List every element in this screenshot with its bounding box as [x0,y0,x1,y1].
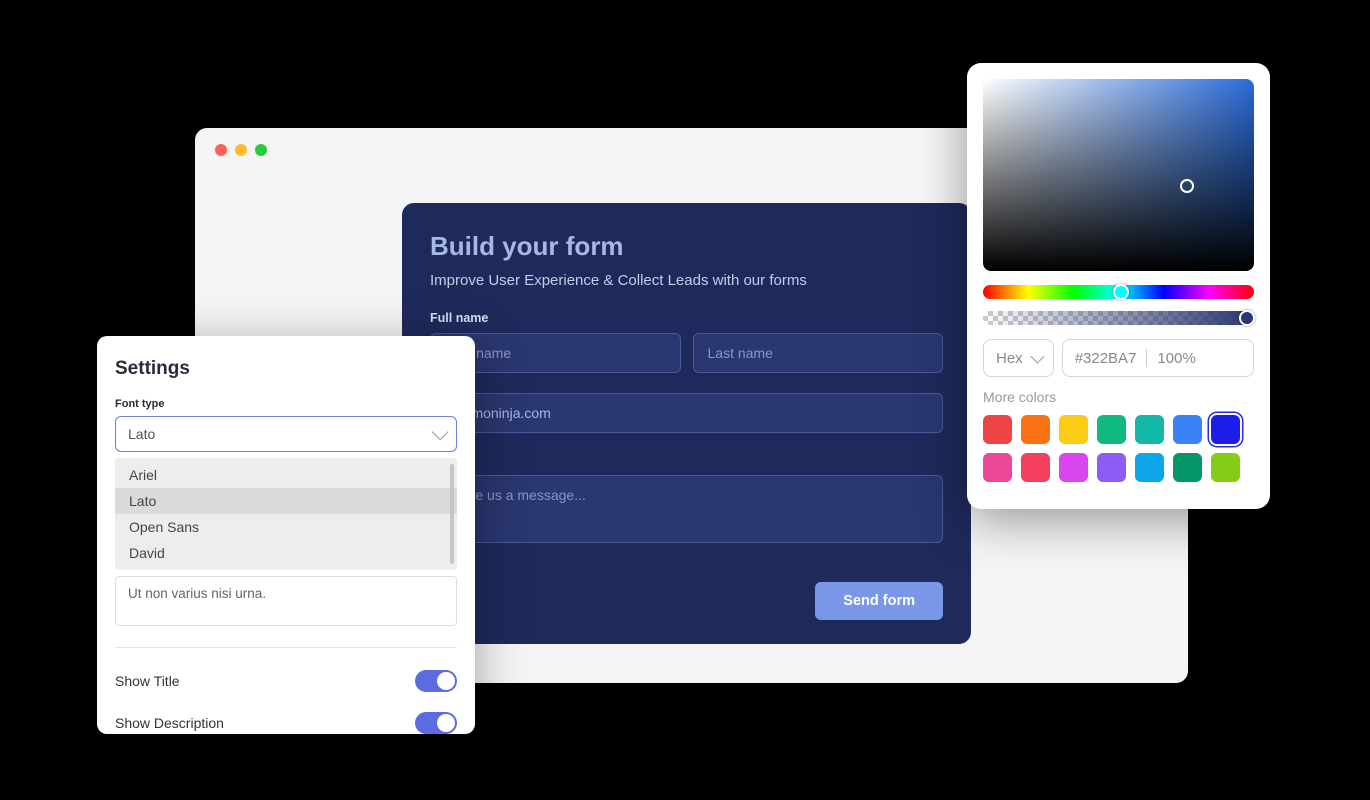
color-swatch[interactable] [983,453,1012,482]
dropdown-scrollbar[interactable] [450,464,454,564]
font-option[interactable]: David [115,540,457,566]
hue-slider[interactable] [983,285,1254,299]
show-description-row: Show Description [115,702,457,744]
sv-cursor[interactable] [1180,179,1194,193]
font-type-label: Font type [115,398,457,410]
color-swatch[interactable] [983,415,1012,444]
color-swatch[interactable] [1135,415,1164,444]
maximize-window-button[interactable] [255,144,267,156]
hue-cursor[interactable] [1113,284,1129,300]
show-description-label: Show Description [115,715,224,731]
font-dropdown: Ariel Lato Open Sans David [115,458,457,570]
chevron-down-icon [432,423,449,440]
fullname-label: Full name [430,311,943,325]
form-title: Build your form [430,231,943,262]
settings-panel: Settings Font type Lato Ariel Lato Open … [97,336,475,734]
show-description-toggle[interactable] [415,712,457,734]
message-textarea[interactable] [430,475,943,543]
opacity-value: 100% [1157,350,1195,367]
format-value: Hex [996,350,1023,367]
chevron-down-icon [1030,350,1044,364]
settings-title: Settings [115,358,457,380]
font-type-select[interactable]: Lato [115,416,457,452]
color-swatches [983,415,1254,482]
hex-value: #322BA7 [1075,350,1137,367]
color-swatch[interactable] [1135,453,1164,482]
email-input[interactable] [430,393,943,433]
font-option[interactable]: Ariel [115,462,457,488]
minimize-window-button[interactable] [235,144,247,156]
color-swatch[interactable] [1097,415,1126,444]
saturation-value-area[interactable] [983,79,1254,271]
form-preview-card: Build your form Improve User Experience … [402,203,971,644]
color-swatch[interactable] [1097,453,1126,482]
alpha-cursor[interactable] [1239,310,1255,326]
color-swatch[interactable] [1021,415,1050,444]
show-title-toggle[interactable] [415,670,457,692]
color-picker-panel: Hex #322BA7 100% More colors [967,63,1270,509]
more-colors-label: More colors [983,389,1254,405]
text-input[interactable]: Ut non varius nisi urna. [115,576,457,626]
divider [115,647,457,648]
color-swatch[interactable] [1021,453,1050,482]
divider [1146,349,1147,367]
color-swatch[interactable] [1173,453,1202,482]
font-option[interactable]: Lato [115,488,457,514]
message-label: e [430,453,943,467]
form-subtitle: Improve User Experience & Collect Leads … [430,272,943,289]
alpha-slider[interactable] [983,311,1254,325]
color-swatch[interactable] [1211,453,1240,482]
last-name-input[interactable] [693,333,944,373]
color-swatch[interactable] [1059,453,1088,482]
send-form-button[interactable]: Send form [815,582,943,620]
show-title-row: Show Title [115,660,457,702]
font-option[interactable]: Open Sans [115,514,457,540]
font-selected-value: Lato [128,426,155,442]
color-swatch[interactable] [1173,415,1202,444]
hex-input[interactable]: #322BA7 100% [1062,339,1254,377]
show-title-label: Show Title [115,673,180,689]
color-format-select[interactable]: Hex [983,339,1054,377]
color-swatch[interactable] [1211,415,1240,444]
close-window-button[interactable] [215,144,227,156]
color-swatch[interactable] [1059,415,1088,444]
